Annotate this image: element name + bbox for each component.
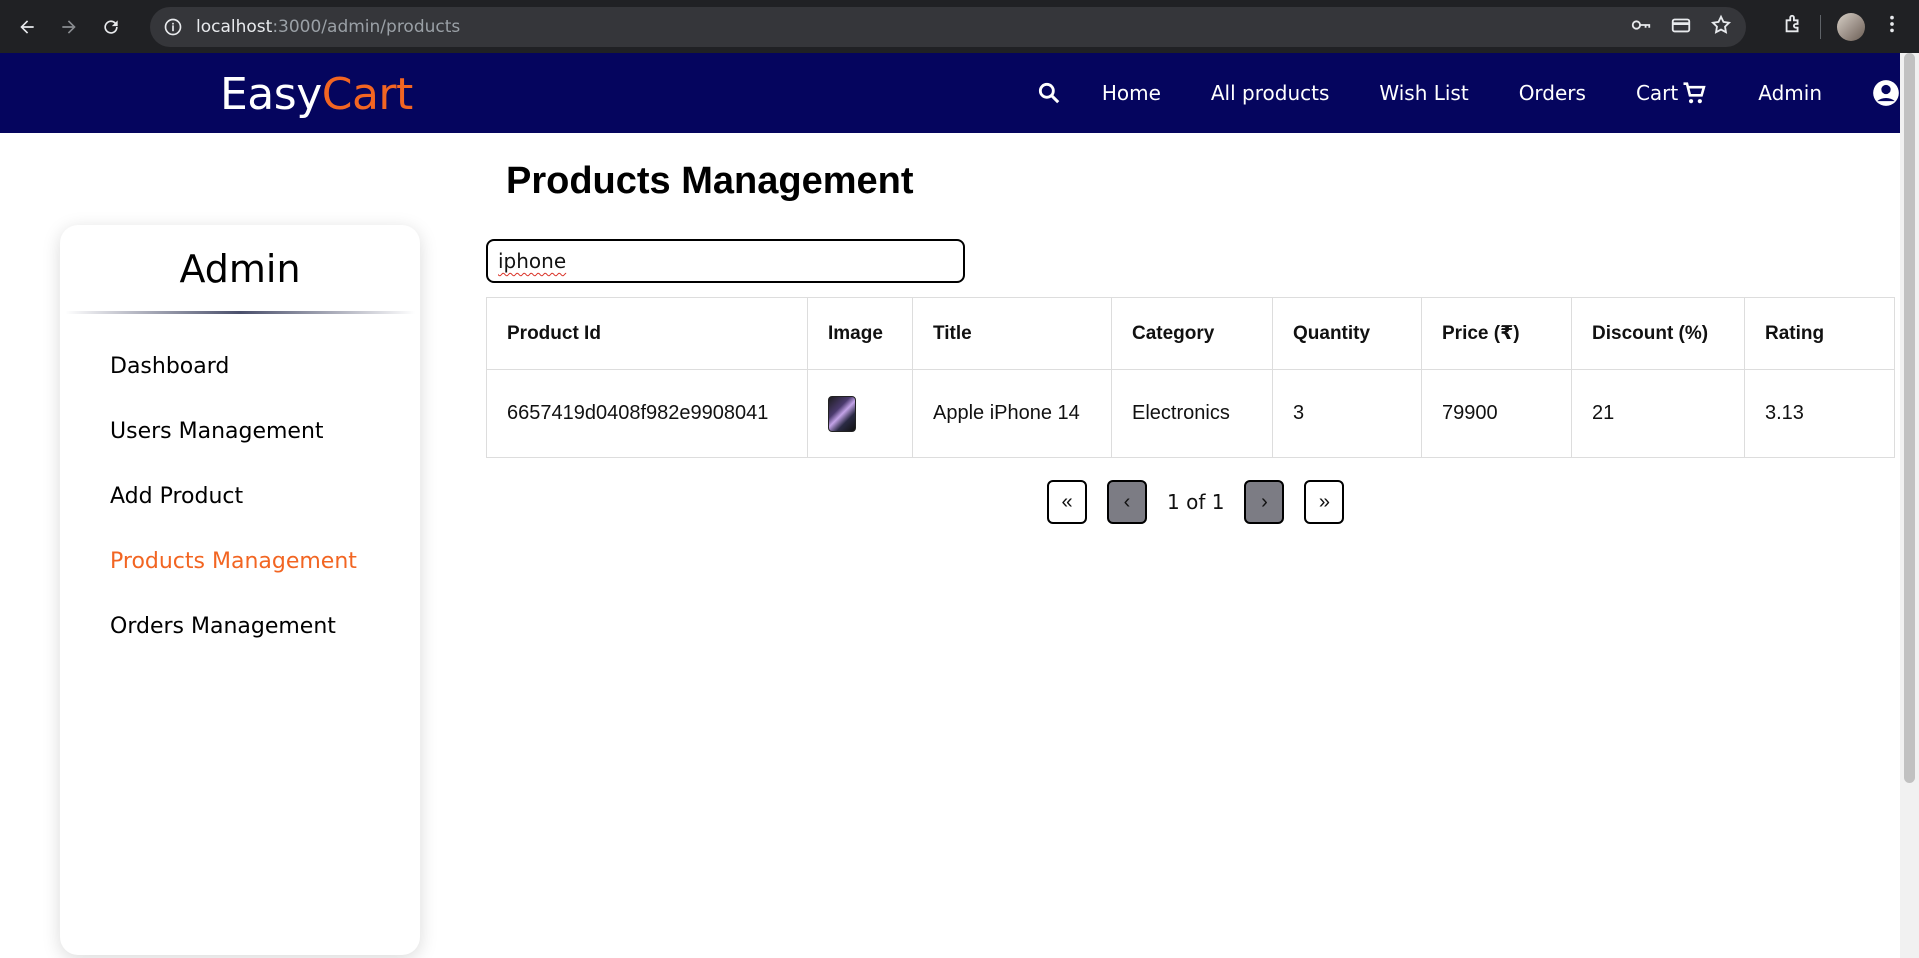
cell-title: Apple iPhone 14	[912, 369, 1112, 458]
next-page-button[interactable]: ›	[1244, 480, 1285, 524]
site-info-icon[interactable]	[162, 16, 184, 38]
cell-category: Electronics	[1111, 369, 1273, 458]
column-header-discount: Discount (%)	[1571, 297, 1745, 370]
browser-toolbar: localhost:3000/admin/products	[0, 0, 1919, 53]
forward-icon[interactable]	[54, 12, 84, 42]
products-table: Product Id Image Title Category Quantity…	[486, 297, 1895, 458]
sidebar-divider	[65, 311, 415, 314]
column-header-title: Title	[912, 297, 1112, 370]
table-row[interactable]: 6657419d0408f982e9908041 Apple iPhone 14…	[486, 369, 1895, 458]
sidebar-title: Admin	[179, 247, 301, 291]
scrollbar-thumb[interactable]	[1904, 53, 1915, 783]
sidebar-item-users-management[interactable]: Users Management	[60, 417, 420, 482]
bookmark-star-icon[interactable]	[1710, 14, 1732, 41]
sidebar-item-products-management[interactable]: Products Management	[60, 547, 420, 612]
nav-cart-label: Cart	[1635, 81, 1679, 105]
browser-menu-icon[interactable]	[1881, 13, 1903, 40]
toolbar-divider	[1820, 14, 1821, 39]
admin-sidebar: Admin Dashboard Users Management Add Pro…	[60, 225, 420, 955]
cell-quantity: 3	[1272, 369, 1422, 458]
nav-admin[interactable]: Admin	[1758, 81, 1822, 105]
logo[interactable]: EasyCart	[220, 69, 413, 120]
sidebar-item-dashboard[interactable]: Dashboard	[60, 352, 420, 417]
column-header-price: Price (₹)	[1421, 297, 1572, 370]
nav-orders[interactable]: Orders	[1519, 81, 1586, 105]
password-key-icon[interactable]	[1630, 14, 1652, 41]
column-header-product-id: Product Id	[486, 297, 808, 370]
sidebar-item-orders-management[interactable]: Orders Management	[60, 612, 420, 677]
page-scrollbar[interactable]	[1900, 53, 1919, 958]
page-title: Products Management	[506, 160, 914, 202]
search-icon[interactable]	[1036, 80, 1062, 106]
nav-home[interactable]: Home	[1102, 81, 1161, 105]
column-header-rating: Rating	[1744, 297, 1895, 370]
profile-avatar[interactable]	[1837, 12, 1865, 41]
back-icon[interactable]	[12, 12, 42, 42]
column-header-image: Image	[807, 297, 913, 370]
nav-wish-list[interactable]: Wish List	[1379, 81, 1468, 105]
cell-image	[807, 369, 913, 458]
prev-page-button[interactable]: ‹	[1107, 480, 1147, 524]
column-header-quantity: Quantity	[1272, 297, 1422, 370]
product-search-input[interactable]: iphone	[486, 239, 965, 283]
cell-product-id: 6657419d0408f982e9908041	[486, 369, 808, 458]
product-thumbnail	[828, 395, 856, 432]
table-header-row: Product Id Image Title Category Quantity…	[486, 297, 1895, 370]
pagination: « ‹ 1 of 1 › »	[1047, 480, 1345, 524]
payment-card-icon[interactable]	[1670, 14, 1692, 41]
app-header: EasyCart Home All products Wish List Ord…	[0, 53, 1900, 133]
column-header-category: Category	[1111, 297, 1273, 370]
address-bar[interactable]: localhost:3000/admin/products	[150, 7, 1746, 47]
search-input-value: iphone	[498, 249, 567, 273]
cell-rating: 3.13	[1744, 369, 1895, 458]
first-page-button[interactable]: «	[1047, 480, 1087, 524]
sidebar-item-add-product[interactable]: Add Product	[60, 482, 420, 547]
url-text: localhost:3000/admin/products	[196, 17, 461, 37]
nav-cart[interactable]: Cart	[1636, 79, 1708, 107]
account-icon[interactable]	[1872, 79, 1900, 107]
cart-icon	[1683, 82, 1706, 104]
reload-icon[interactable]	[96, 12, 126, 42]
cell-discount: 21	[1571, 369, 1745, 458]
cell-price: 79900	[1421, 369, 1572, 458]
last-page-button[interactable]: »	[1304, 480, 1345, 524]
main-nav: Home All products Wish List Orders Cart …	[1036, 53, 1900, 133]
extensions-icon[interactable]	[1782, 13, 1804, 40]
page-indicator: 1 of 1	[1167, 490, 1225, 514]
nav-all-products[interactable]: All products	[1211, 81, 1330, 105]
